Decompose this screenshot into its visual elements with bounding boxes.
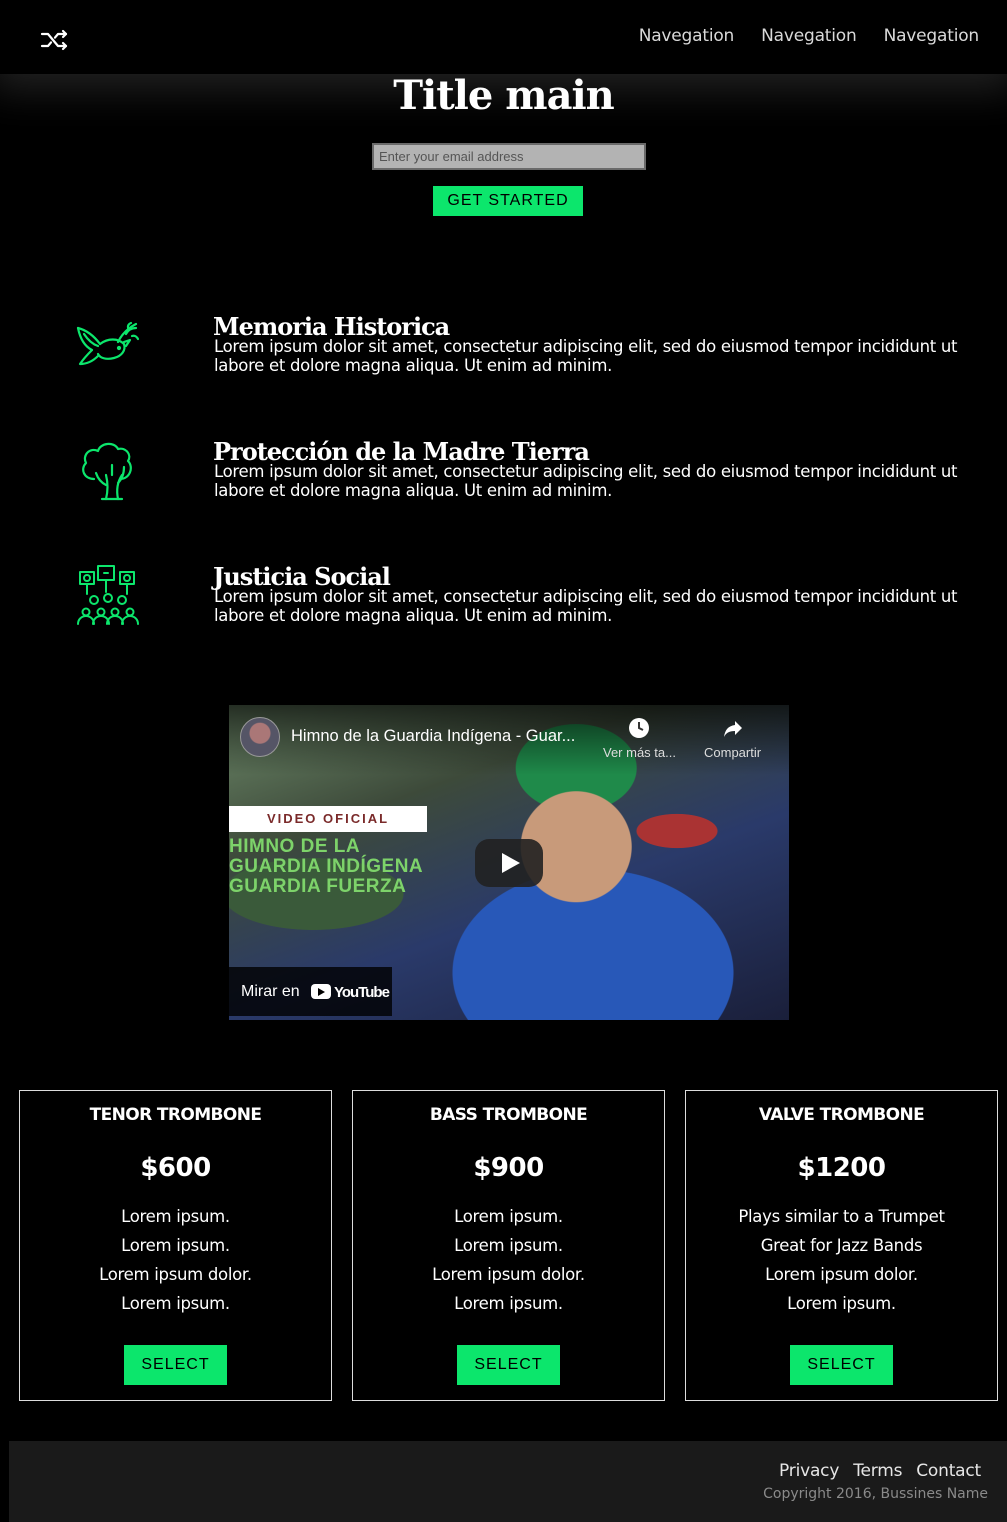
video-embed[interactable]: Himno de la Guardia Indígena - Guar... V… xyxy=(229,705,789,1020)
plan-feature: Great for Jazz Bands xyxy=(760,1236,923,1255)
plan-name: VALVE TROMBONE xyxy=(758,1105,925,1125)
play-button[interactable] xyxy=(475,839,543,887)
share-icon xyxy=(723,721,742,737)
plan-feature: Lorem ipsum. xyxy=(454,1294,563,1313)
get-started-button[interactable]: GET STARTED xyxy=(433,186,583,216)
dove-icon xyxy=(76,321,140,366)
video-headline-line: GUARDIA INDÍGENA xyxy=(229,856,424,877)
watch-later-button[interactable]: Ver más ta... xyxy=(603,717,676,760)
site-header: Navegation Navegation Navegation xyxy=(0,0,1007,74)
watch-on-label: Mirar en xyxy=(241,983,300,1000)
plan-feature: Lorem ipsum dolor. xyxy=(765,1265,918,1284)
page-title: Title main xyxy=(393,72,615,119)
plan-feature: Lorem ipsum. xyxy=(454,1236,563,1255)
share-label: Compartir xyxy=(704,745,762,760)
watch-later-label: Ver más ta... xyxy=(603,745,676,760)
plan-features: Lorem ipsum. Lorem ipsum. Lorem ipsum do… xyxy=(353,1202,664,1318)
plan-feature: Lorem ipsum. xyxy=(787,1294,896,1313)
plan-features: Lorem ipsum. Lorem ipsum. Lorem ipsum do… xyxy=(20,1202,331,1318)
pricing-card-valve: VALVE TROMBONE $1200 Plays similar to a … xyxy=(685,1090,998,1401)
clock-icon xyxy=(629,718,650,738)
video-headline-line: HIMNO DE LA xyxy=(229,836,361,857)
nav-link-2[interactable]: Navegation xyxy=(761,26,857,46)
youtube-wordmark: YouTube xyxy=(334,984,390,1001)
feature-justicia: Justicia Social Lorem ipsum dolor sit am… xyxy=(0,562,1007,652)
pricing-card-bass: BASS TROMBONE $900 Lorem ipsum. Lorem ip… xyxy=(352,1090,665,1401)
feature-text: Lorem ipsum dolor sit amet, consectetur … xyxy=(214,462,958,500)
terms-link[interactable]: Terms xyxy=(853,1461,902,1481)
pricing-card-tenor: TENOR TROMBONE $600 Lorem ipsum. Lorem i… xyxy=(19,1090,332,1401)
plan-feature: Lorem ipsum dolor. xyxy=(99,1265,252,1284)
plan-feature: Plays similar to a Trumpet xyxy=(738,1207,945,1226)
video-title[interactable]: Himno de la Guardia Indígena - Guar... xyxy=(291,727,575,746)
plan-feature: Lorem ipsum. xyxy=(121,1236,230,1255)
watch-on-youtube-button[interactable]: Mirar en YouTube xyxy=(229,967,392,1016)
plan-name: TENOR TROMBONE xyxy=(89,1105,262,1125)
plan-price: $1200 xyxy=(797,1153,886,1183)
channel-avatar[interactable] xyxy=(240,717,280,757)
tree-icon xyxy=(82,442,132,501)
share-button[interactable]: Compartir xyxy=(704,717,761,760)
site-footer: Privacy Terms Contact Copyright 2016, Bu… xyxy=(9,1441,1007,1522)
select-button[interactable]: SELECT xyxy=(124,1345,227,1385)
youtube-icon xyxy=(311,984,331,999)
plan-feature: Lorem ipsum. xyxy=(121,1207,230,1226)
protest-icon xyxy=(77,565,139,625)
video-tag: VIDEO OFICIAL xyxy=(229,806,427,832)
plan-features: Plays similar to a Trumpet Great for Jaz… xyxy=(686,1202,997,1318)
main-nav: Navegation Navegation Navegation xyxy=(639,26,980,46)
plan-feature: Lorem ipsum. xyxy=(121,1294,230,1313)
shuffle-icon[interactable] xyxy=(40,28,70,52)
feature-tierra: Protección de la Madre Tierra Lorem ipsu… xyxy=(0,437,1007,527)
feature-memoria: Memoria Historica Lorem ipsum dolor sit … xyxy=(0,312,1007,402)
feature-text: Lorem ipsum dolor sit amet, consectetur … xyxy=(214,587,958,625)
plan-name: BASS TROMBONE xyxy=(429,1105,588,1125)
nav-link-3[interactable]: Navegation xyxy=(884,26,980,46)
plan-feature: Lorem ipsum dolor. xyxy=(432,1265,585,1284)
email-input[interactable] xyxy=(372,143,646,170)
feature-text: Lorem ipsum dolor sit amet, consectetur … xyxy=(214,337,958,375)
privacy-link[interactable]: Privacy xyxy=(779,1461,839,1481)
video-headline-line: GUARDIA FUERZA xyxy=(229,876,407,897)
nav-link-1[interactable]: Navegation xyxy=(639,26,735,46)
select-button[interactable]: SELECT xyxy=(790,1345,893,1385)
select-button[interactable]: SELECT xyxy=(457,1345,560,1385)
plan-feature: Lorem ipsum. xyxy=(454,1207,563,1226)
plan-price: $900 xyxy=(473,1153,544,1183)
contact-link[interactable]: Contact xyxy=(916,1461,981,1481)
plan-price: $600 xyxy=(140,1153,211,1183)
footer-links: Privacy Terms Contact xyxy=(779,1461,981,1481)
copyright: Copyright 2016, Bussines Name xyxy=(763,1486,988,1502)
